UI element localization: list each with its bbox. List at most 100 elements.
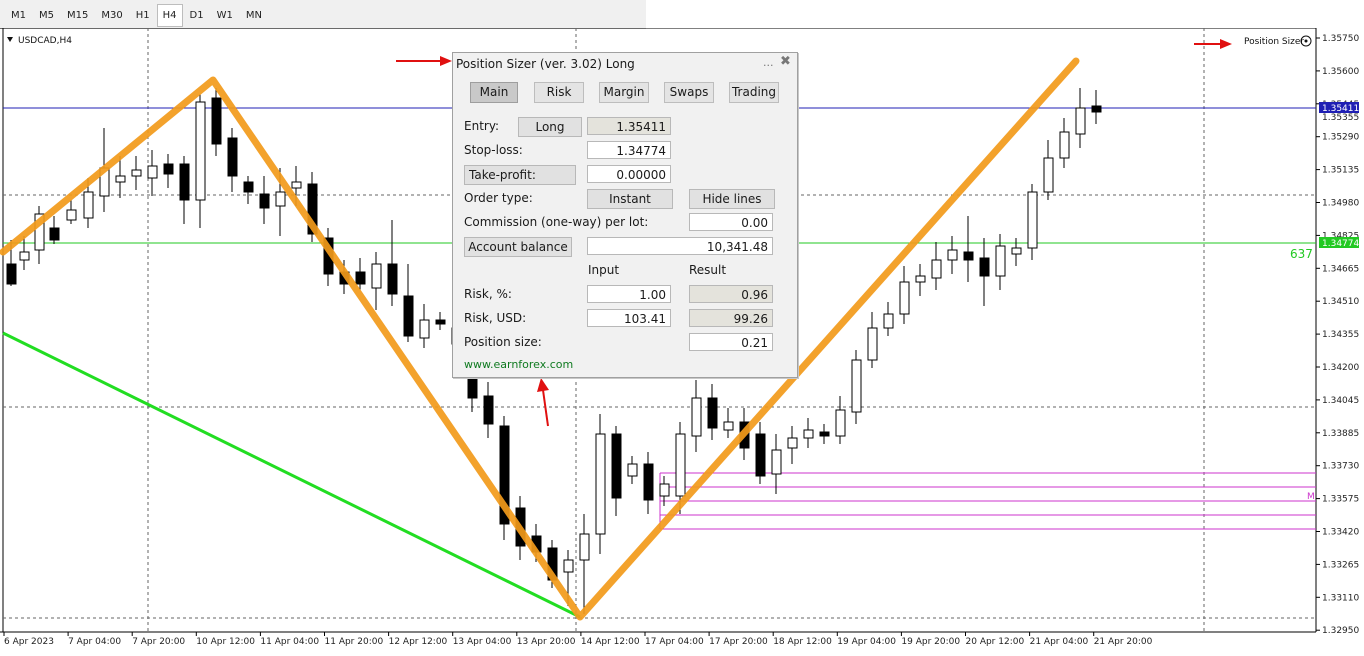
price-tick-label: 1.33885 (1322, 429, 1359, 439)
timeframe-mn[interactable]: MN (240, 4, 268, 27)
candle-body (691, 397, 702, 437)
candle-body (803, 429, 814, 439)
timeframe-m5[interactable]: M5 (33, 4, 60, 27)
timeframe-m30[interactable]: M30 (95, 4, 128, 27)
time-tick-label: 11 Apr 04:00 (260, 637, 319, 647)
risk-percent-result: 0.96 (689, 285, 773, 303)
candle-body (899, 281, 910, 315)
price-tick-label: 1.34980 (1322, 199, 1359, 209)
result-column-header: Result (689, 263, 727, 277)
candle-body (403, 295, 414, 337)
risk-usd-input[interactable]: 103.41 (587, 309, 671, 327)
time-tick-label: 17 Apr 04:00 (645, 637, 704, 647)
price-tick-label: 1.35750 (1322, 34, 1359, 44)
candle-body (963, 251, 974, 261)
candle-body (115, 175, 126, 183)
candle-body (259, 193, 270, 209)
price-tick-label: 1.32950 (1322, 626, 1359, 636)
entry-price-tag-under: 1.35355 (1322, 113, 1359, 123)
price-tick-label: 1.35600 (1322, 67, 1359, 77)
time-tick-label: 20 Apr 12:00 (966, 637, 1025, 647)
candle-body (915, 275, 926, 283)
candle-body (755, 433, 766, 477)
price-axis: 1.357501.356001.354451.352901.351351.349… (1316, 34, 1359, 636)
stop-price-tag: 1.34774 (1322, 239, 1359, 249)
tab-main[interactable]: Main (470, 82, 518, 103)
timeframe-h4[interactable]: H4 (156, 4, 183, 27)
candle-body (19, 251, 30, 261)
price-tick-label: 1.34510 (1322, 297, 1359, 307)
minimize-button[interactable]: ... (763, 56, 774, 69)
candle-body (659, 483, 670, 497)
commission-field[interactable]: 0.00 (689, 213, 773, 231)
candle-body (66, 209, 77, 221)
stop-loss-field[interactable]: 1.34774 (587, 141, 671, 159)
candle-body (355, 271, 366, 285)
tab-swaps[interactable]: Swaps (664, 82, 714, 103)
hide-lines-button[interactable]: Hide lines (689, 189, 775, 209)
time-tick-label: 12 Apr 12:00 (389, 637, 448, 647)
take-profit-field[interactable]: 0.00000 (587, 165, 671, 183)
candle-body (131, 169, 142, 177)
candle-body (643, 463, 654, 501)
chart-menu-icon[interactable] (7, 37, 13, 42)
candle-body (227, 137, 238, 177)
candle-body (211, 97, 222, 145)
candle-body (1091, 105, 1102, 113)
position-size-field[interactable]: 0.21 (689, 333, 773, 351)
candle-body (387, 263, 398, 295)
magenta-level-lines (659, 472, 1316, 530)
earnforex-link[interactable]: www.earnforex.com (464, 358, 573, 371)
indicator-label[interactable]: Position Sizer (1244, 37, 1304, 47)
time-tick-label: 21 Apr 20:00 (1094, 637, 1153, 647)
candle-body (483, 395, 494, 425)
take-profit-button[interactable]: Take-profit: (464, 165, 576, 185)
time-tick-label: 6 Apr 2023 (4, 637, 54, 647)
timeframe-w1[interactable]: W1 (211, 4, 239, 27)
close-button[interactable]: ✖ (780, 54, 791, 69)
tab-risk[interactable]: Risk (534, 82, 584, 103)
tab-margin[interactable]: Margin (599, 82, 649, 103)
risk-usd-result: 99.26 (689, 309, 773, 327)
timeframe-m1[interactable]: M1 (5, 4, 32, 27)
candle-body (947, 249, 958, 261)
position-size-label: Position size: (464, 335, 542, 349)
tab-trading[interactable]: Trading (729, 82, 779, 103)
time-tick-label: 18 Apr 12:00 (773, 637, 832, 647)
candle-body (579, 533, 590, 561)
input-column-header: Input (588, 263, 620, 277)
timeframe-list: M1 M5 M15 M30 H1 H4 D1 W1 MN (5, 4, 268, 27)
price-tick-label: 1.33730 (1322, 462, 1359, 472)
risk-percent-input[interactable]: 1.00 (587, 285, 671, 303)
candle-body (179, 163, 190, 201)
timeframe-h1[interactable]: H1 (130, 4, 156, 27)
timeframe-d1[interactable]: D1 (184, 4, 210, 27)
candle-body (883, 313, 894, 329)
time-tick-label: 13 Apr 20:00 (517, 637, 576, 647)
price-tick-label: 1.34665 (1322, 264, 1359, 274)
candle-body (371, 263, 382, 289)
price-tick-label: 1.33110 (1322, 593, 1359, 603)
time-tick-label: 7 Apr 04:00 (68, 637, 121, 647)
candle-body (195, 101, 206, 201)
candle-body (419, 319, 430, 339)
candle-body (851, 359, 862, 413)
candle-body (563, 559, 574, 573)
time-tick-label: 19 Apr 20:00 (901, 637, 960, 647)
right-edge-marker: M (1307, 492, 1315, 502)
panel-title[interactable]: Position Sizer (ver. 3.02) Long (456, 57, 635, 71)
time-tick-label: 17 Apr 20:00 (709, 637, 768, 647)
direction-button[interactable]: Long (518, 117, 582, 137)
candle-body (707, 397, 718, 429)
position-sizer-panel[interactable]: Position Sizer (ver. 3.02) Long ... ✖ Ma… (452, 52, 798, 378)
risk-usd-label: Risk, USD: (464, 311, 527, 325)
candle-body (931, 259, 942, 279)
time-tick-label: 19 Apr 04:00 (837, 637, 896, 647)
account-balance-button[interactable]: Account balance (464, 237, 572, 257)
order-type-button[interactable]: Instant (587, 189, 673, 209)
timeframe-m15[interactable]: M15 (61, 4, 94, 27)
candle-body (819, 431, 830, 437)
time-tick-label: 11 Apr 20:00 (325, 637, 384, 647)
time-tick-label: 13 Apr 04:00 (453, 637, 512, 647)
candle-body (787, 437, 798, 449)
